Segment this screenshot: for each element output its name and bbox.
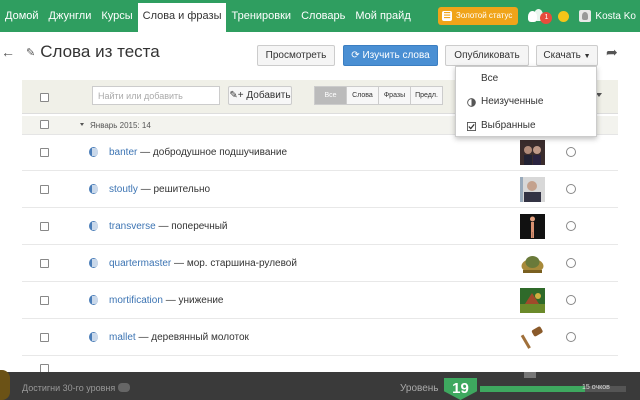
filter-all[interactable]: Все [314, 86, 347, 105]
gold-status-label: Золотой статус [456, 11, 513, 20]
level-label: Уровень [400, 383, 439, 394]
translation: решительно [153, 184, 211, 195]
download-label: Скачать [543, 50, 581, 61]
filter-sentences[interactable]: Предл. [411, 86, 443, 105]
row-radio[interactable] [566, 332, 576, 342]
notification-badge: 1 [540, 12, 553, 24]
checkbox-checked-icon [467, 122, 476, 131]
filter-tabs: Все Слова Фразы Предл. [314, 86, 443, 105]
download-dropdown: Все Неизученные Выбранные [455, 66, 597, 137]
row-checkbox[interactable] [40, 259, 49, 268]
nav-words-phrases[interactable]: Слова и фразы [137, 0, 227, 32]
word[interactable]: transverse [109, 221, 156, 232]
word-entry[interactable]: mallet — деревянный молоток [109, 332, 249, 343]
row-radio[interactable] [566, 258, 576, 268]
filter-words[interactable]: Слова [347, 86, 379, 105]
pencil-icon[interactable]: ✎ [26, 46, 35, 59]
word-entry[interactable]: quartermaster — мор. старшина-рулевой [109, 258, 297, 269]
translation: деревянный молоток [151, 332, 249, 343]
word-image [520, 288, 545, 313]
half-circle-icon [467, 98, 476, 107]
achievement-text: Достигни 30-го уровня [22, 383, 116, 393]
publish-button[interactable]: Опубликовать [445, 45, 529, 66]
page-title: Слова из теста [40, 42, 160, 61]
nav-trainings[interactable]: Тренировки [226, 0, 296, 32]
speaker-icon[interactable] [89, 258, 98, 268]
nav-my-pride[interactable]: Мой прайд [350, 0, 415, 32]
add-word-label: Добавить [246, 90, 291, 101]
row-checkbox[interactable] [40, 222, 49, 231]
add-speech-icon: ✎+ [229, 90, 244, 101]
nav-jungle[interactable]: Джунгли [44, 0, 97, 32]
group-label: Январь 2015: 14 [90, 121, 151, 130]
word[interactable]: mortification [109, 295, 163, 306]
table-row [22, 356, 618, 372]
learn-words-label: Изучить слова [362, 50, 430, 61]
speaker-icon[interactable] [89, 332, 98, 342]
username[interactable]: Kosta Ko [595, 11, 640, 22]
add-word-button[interactable]: ✎+ Добавить [228, 86, 292, 105]
word-entry[interactable]: stoutly — решительно [109, 184, 210, 195]
row-radio[interactable] [566, 221, 576, 231]
row-radio[interactable] [566, 295, 576, 305]
row-radio[interactable] [566, 147, 576, 157]
speaker-icon[interactable] [89, 147, 98, 157]
view-button[interactable]: Просмотреть [257, 45, 335, 66]
gold-status-button[interactable]: ☰ Золотой статус [438, 7, 519, 25]
translation: поперечный [171, 221, 228, 232]
chevron-down-icon: ▼ [583, 53, 591, 60]
word-image [520, 177, 545, 202]
word-entry[interactable]: mortification — унижение [109, 295, 224, 306]
word[interactable]: mallet [109, 332, 136, 343]
speaker-icon[interactable] [89, 184, 98, 194]
word-entry[interactable]: banter — добродушное подшучивание [109, 147, 287, 158]
word[interactable]: stoutly [109, 184, 138, 195]
nav-courses[interactable]: Курсы [96, 0, 137, 32]
nav-home[interactable]: Домой [0, 0, 44, 32]
top-nav: Домой Джунгли Курсы Слова и фразы Тренир… [0, 0, 640, 32]
word-image [520, 140, 545, 165]
translation: добродушное подшучивание [152, 147, 288, 158]
collapse-triangle-icon[interactable] [80, 123, 84, 126]
word[interactable]: quartermaster [109, 258, 171, 269]
learn-words-button[interactable]: ⟳ Изучить слова [343, 45, 438, 66]
flag-icon [524, 372, 536, 378]
share-icon[interactable]: ➦ [606, 44, 618, 61]
word-image [520, 214, 545, 239]
coin-icon[interactable] [558, 10, 570, 22]
avatar[interactable] [579, 10, 592, 22]
gold-status-icon: ☰ [442, 11, 453, 21]
dropdown-item-unlearned[interactable]: Неизученные [481, 96, 543, 107]
translation: мор. старшина-рулевой [186, 258, 297, 269]
speaker-icon[interactable] [89, 221, 98, 231]
filter-phrases[interactable]: Фразы [379, 86, 411, 105]
row-checkbox[interactable] [40, 185, 49, 194]
word-entry[interactable]: transverse — поперечный [109, 221, 228, 232]
friends-icon[interactable]: 1 [528, 8, 553, 24]
row-checkbox[interactable] [40, 148, 49, 157]
speaker-icon[interactable] [89, 295, 98, 305]
level-progress-fill [480, 386, 586, 392]
row-checkbox[interactable] [40, 296, 49, 305]
row-checkbox[interactable] [40, 333, 49, 342]
dropdown-item-selected[interactable]: Выбранные [481, 120, 536, 131]
group-checkbox[interactable] [40, 120, 49, 129]
word-image [520, 325, 545, 350]
medal-icon[interactable] [0, 370, 10, 400]
select-all-checkbox[interactable] [40, 93, 49, 102]
achievement-progress-pill [118, 383, 130, 392]
word[interactable]: banter [109, 147, 137, 158]
translation: унижение [178, 295, 224, 306]
back-arrow-icon[interactable]: ← [1, 44, 15, 60]
word-image [520, 251, 545, 276]
dropdown-item-all[interactable]: Все [481, 73, 498, 84]
row-radio[interactable] [566, 184, 576, 194]
search-input[interactable] [92, 86, 220, 105]
learn-icon: ⟳ [351, 50, 360, 61]
download-button[interactable]: Скачать ▼ [536, 45, 598, 66]
score-text: 15 очков [582, 384, 610, 391]
nav-dictionary[interactable]: Словарь [296, 0, 350, 32]
